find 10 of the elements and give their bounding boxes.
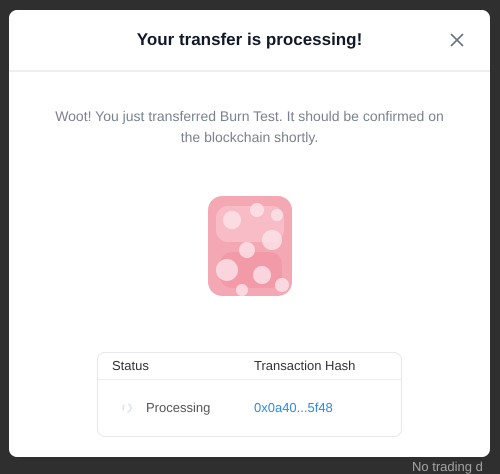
modal-title: Your transfer is processing! [136,29,362,52]
column-header: Status [111,357,150,376]
empty-state-text: No trading d [412,459,483,474]
message-text: Woot! You just transferred Burn Test. It should be confirmed on the blockchain shortly. [54,107,445,147]
spinner-icon [122,403,132,413]
status-text: Processing [146,399,210,418]
hash-link[interactable]: 0x0a40...5f48 [254,398,333,418]
column-header: Transaction Hash [254,357,356,376]
close-button[interactable] [448,31,466,49]
close-icon [450,33,464,47]
